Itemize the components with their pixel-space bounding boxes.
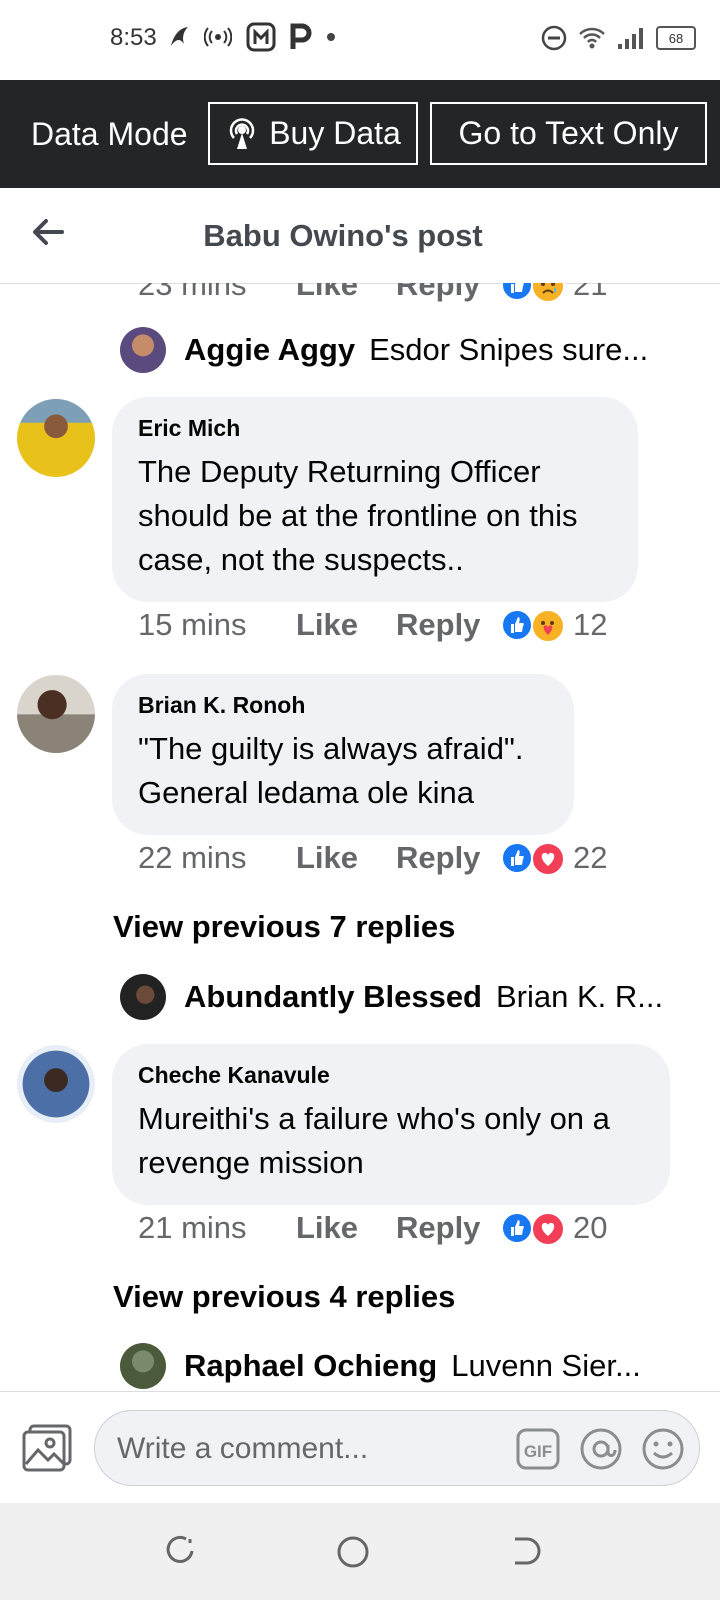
view-previous-replies[interactable]: View previous 4 replies bbox=[113, 1279, 455, 1315]
comment-placeholder: Write a comment... bbox=[117, 1432, 369, 1465]
reply-snippet: Esdor Snipes sure... bbox=[369, 332, 649, 367]
reply-snippet: Brian K. R... bbox=[496, 979, 664, 1014]
dot-icon bbox=[327, 33, 335, 41]
comment-meta-row: 15 mins Like Reply 12 bbox=[138, 607, 607, 643]
like-button[interactable]: Like bbox=[296, 1210, 396, 1246]
hotspot-icon bbox=[204, 27, 232, 47]
avatar[interactable] bbox=[17, 675, 95, 753]
reply-author: Raphael Ochieng bbox=[184, 1348, 438, 1383]
avatar[interactable] bbox=[17, 399, 95, 477]
comment-composer: Write a comment... GIF bbox=[0, 1391, 720, 1504]
reply-author: Aggie Aggy bbox=[184, 332, 356, 367]
battery-icon: 68 bbox=[656, 26, 696, 50]
comment-bubble[interactable]: Eric Mich The Deputy Returning Officer s… bbox=[112, 397, 638, 602]
reply-button[interactable]: Reply bbox=[396, 840, 501, 876]
love-reaction-icon bbox=[531, 1212, 565, 1246]
reply-button[interactable]: Reply bbox=[396, 607, 501, 643]
status-left-icons bbox=[168, 22, 336, 52]
p-icon bbox=[290, 23, 312, 49]
like-reaction-icon bbox=[501, 842, 533, 874]
gif-icon[interactable]: GIF bbox=[515, 1427, 561, 1471]
comment-text: "The guilty is always afraid". General l… bbox=[138, 731, 524, 810]
buy-data-label: Buy Data bbox=[269, 115, 401, 151]
data-mode-bar: Data Mode Buy Data Go to Text Only bbox=[0, 80, 720, 188]
comment-bubble[interactable]: Brian K. Ronoh "The guilty is always afr… bbox=[112, 674, 574, 835]
comment-text: The Deputy Returning Officer should be a… bbox=[138, 454, 578, 577]
avatar bbox=[120, 974, 166, 1020]
like-button[interactable]: Like bbox=[296, 283, 396, 303]
home-icon[interactable] bbox=[336, 1535, 370, 1569]
comment-meta-row: 21 mins Like Reply 20 bbox=[138, 1210, 607, 1246]
status-bar: 8:53 68 bbox=[0, 0, 720, 80]
battery-level: 68 bbox=[668, 30, 684, 46]
text-only-label: Go to Text Only bbox=[458, 115, 679, 151]
comment-time: 23 mins bbox=[138, 283, 247, 302]
reply-button[interactable]: Reply bbox=[396, 283, 501, 303]
comment-time: 21 mins bbox=[138, 1210, 247, 1245]
comment-author[interactable]: Cheche Kanavule bbox=[138, 1062, 644, 1089]
status-right-icons: 68 bbox=[540, 24, 696, 52]
comment-author[interactable]: Brian K. Ronoh bbox=[138, 692, 548, 719]
reaction-count: 12 bbox=[573, 607, 608, 642]
reactions[interactable] bbox=[501, 283, 573, 303]
signal-icon bbox=[618, 28, 643, 49]
reaction-count: 20 bbox=[573, 1210, 608, 1245]
reactions[interactable] bbox=[501, 1211, 573, 1246]
reaction-count: 21 bbox=[573, 283, 608, 302]
comment-author[interactable]: Eric Mich bbox=[138, 415, 612, 442]
comment-time: 15 mins bbox=[138, 607, 247, 642]
buy-data-button[interactable]: Buy Data bbox=[208, 102, 418, 165]
like-reaction-icon bbox=[501, 1212, 533, 1244]
reply-preview[interactable]: Abundantly Blessed Brian K. R... bbox=[120, 974, 663, 1020]
like-reaction-icon bbox=[501, 283, 533, 301]
do-not-disturb-icon bbox=[541, 25, 567, 51]
recents-icon[interactable] bbox=[164, 1535, 196, 1567]
input-icons: GIF bbox=[515, 1427, 685, 1471]
wifi-icon bbox=[579, 27, 605, 49]
comment-meta-row: 23 mins Like Reply 21 bbox=[138, 283, 607, 303]
reaction-count: 22 bbox=[573, 840, 608, 875]
emoji-icon[interactable] bbox=[641, 1427, 685, 1471]
reactions[interactable] bbox=[501, 608, 573, 643]
comment-bubble[interactable]: Cheche Kanavule Mureithi's a failure who… bbox=[112, 1044, 670, 1205]
system-nav-bar bbox=[0, 1503, 720, 1600]
app-icon bbox=[246, 22, 276, 52]
avatar bbox=[120, 1343, 166, 1389]
status-time: 8:53 bbox=[110, 24, 157, 51]
post-header: Babu Owino's post bbox=[0, 188, 720, 284]
like-button[interactable]: Like bbox=[296, 840, 396, 876]
reactions[interactable] bbox=[501, 841, 573, 876]
reply-preview[interactable]: Raphael Ochieng Luvenn Sier... bbox=[120, 1343, 641, 1389]
avatar bbox=[120, 327, 166, 373]
comments-list[interactable]: 23 mins Like Reply 21 Aggie Aggy Esdor S… bbox=[0, 283, 720, 1391]
sad-reaction-icon bbox=[531, 283, 565, 303]
reply-author: Abundantly Blessed bbox=[184, 979, 482, 1014]
love-reaction-icon bbox=[531, 842, 565, 876]
reply-snippet: Luvenn Sier... bbox=[451, 1348, 641, 1383]
broadcast-icon bbox=[229, 117, 255, 149]
gif-label: GIF bbox=[524, 1442, 552, 1461]
mention-icon[interactable] bbox=[579, 1427, 623, 1471]
comment-time: 22 mins bbox=[138, 840, 247, 875]
back-icon[interactable] bbox=[509, 1535, 541, 1567]
care-reaction-icon bbox=[531, 609, 565, 643]
like-reaction-icon bbox=[501, 609, 533, 641]
comment-input[interactable]: Write a comment... GIF bbox=[94, 1410, 700, 1486]
reply-preview[interactable]: Aggie Aggy Esdor Snipes sure... bbox=[120, 327, 648, 373]
like-button[interactable]: Like bbox=[296, 607, 396, 643]
comment-text: Mureithi's a failure who's only on a rev… bbox=[138, 1101, 610, 1180]
page-title: Babu Owino's post bbox=[203, 218, 483, 253]
view-previous-replies[interactable]: View previous 7 replies bbox=[113, 909, 455, 945]
reply-button[interactable]: Reply bbox=[396, 1210, 501, 1246]
avatar[interactable] bbox=[17, 1045, 95, 1123]
comment-meta-row: 22 mins Like Reply 22 bbox=[138, 840, 607, 876]
data-mode-label: Data Mode bbox=[31, 116, 188, 152]
bird-icon bbox=[171, 27, 188, 46]
text-only-button[interactable]: Go to Text Only bbox=[430, 102, 707, 165]
photo-icon[interactable] bbox=[22, 1422, 74, 1474]
